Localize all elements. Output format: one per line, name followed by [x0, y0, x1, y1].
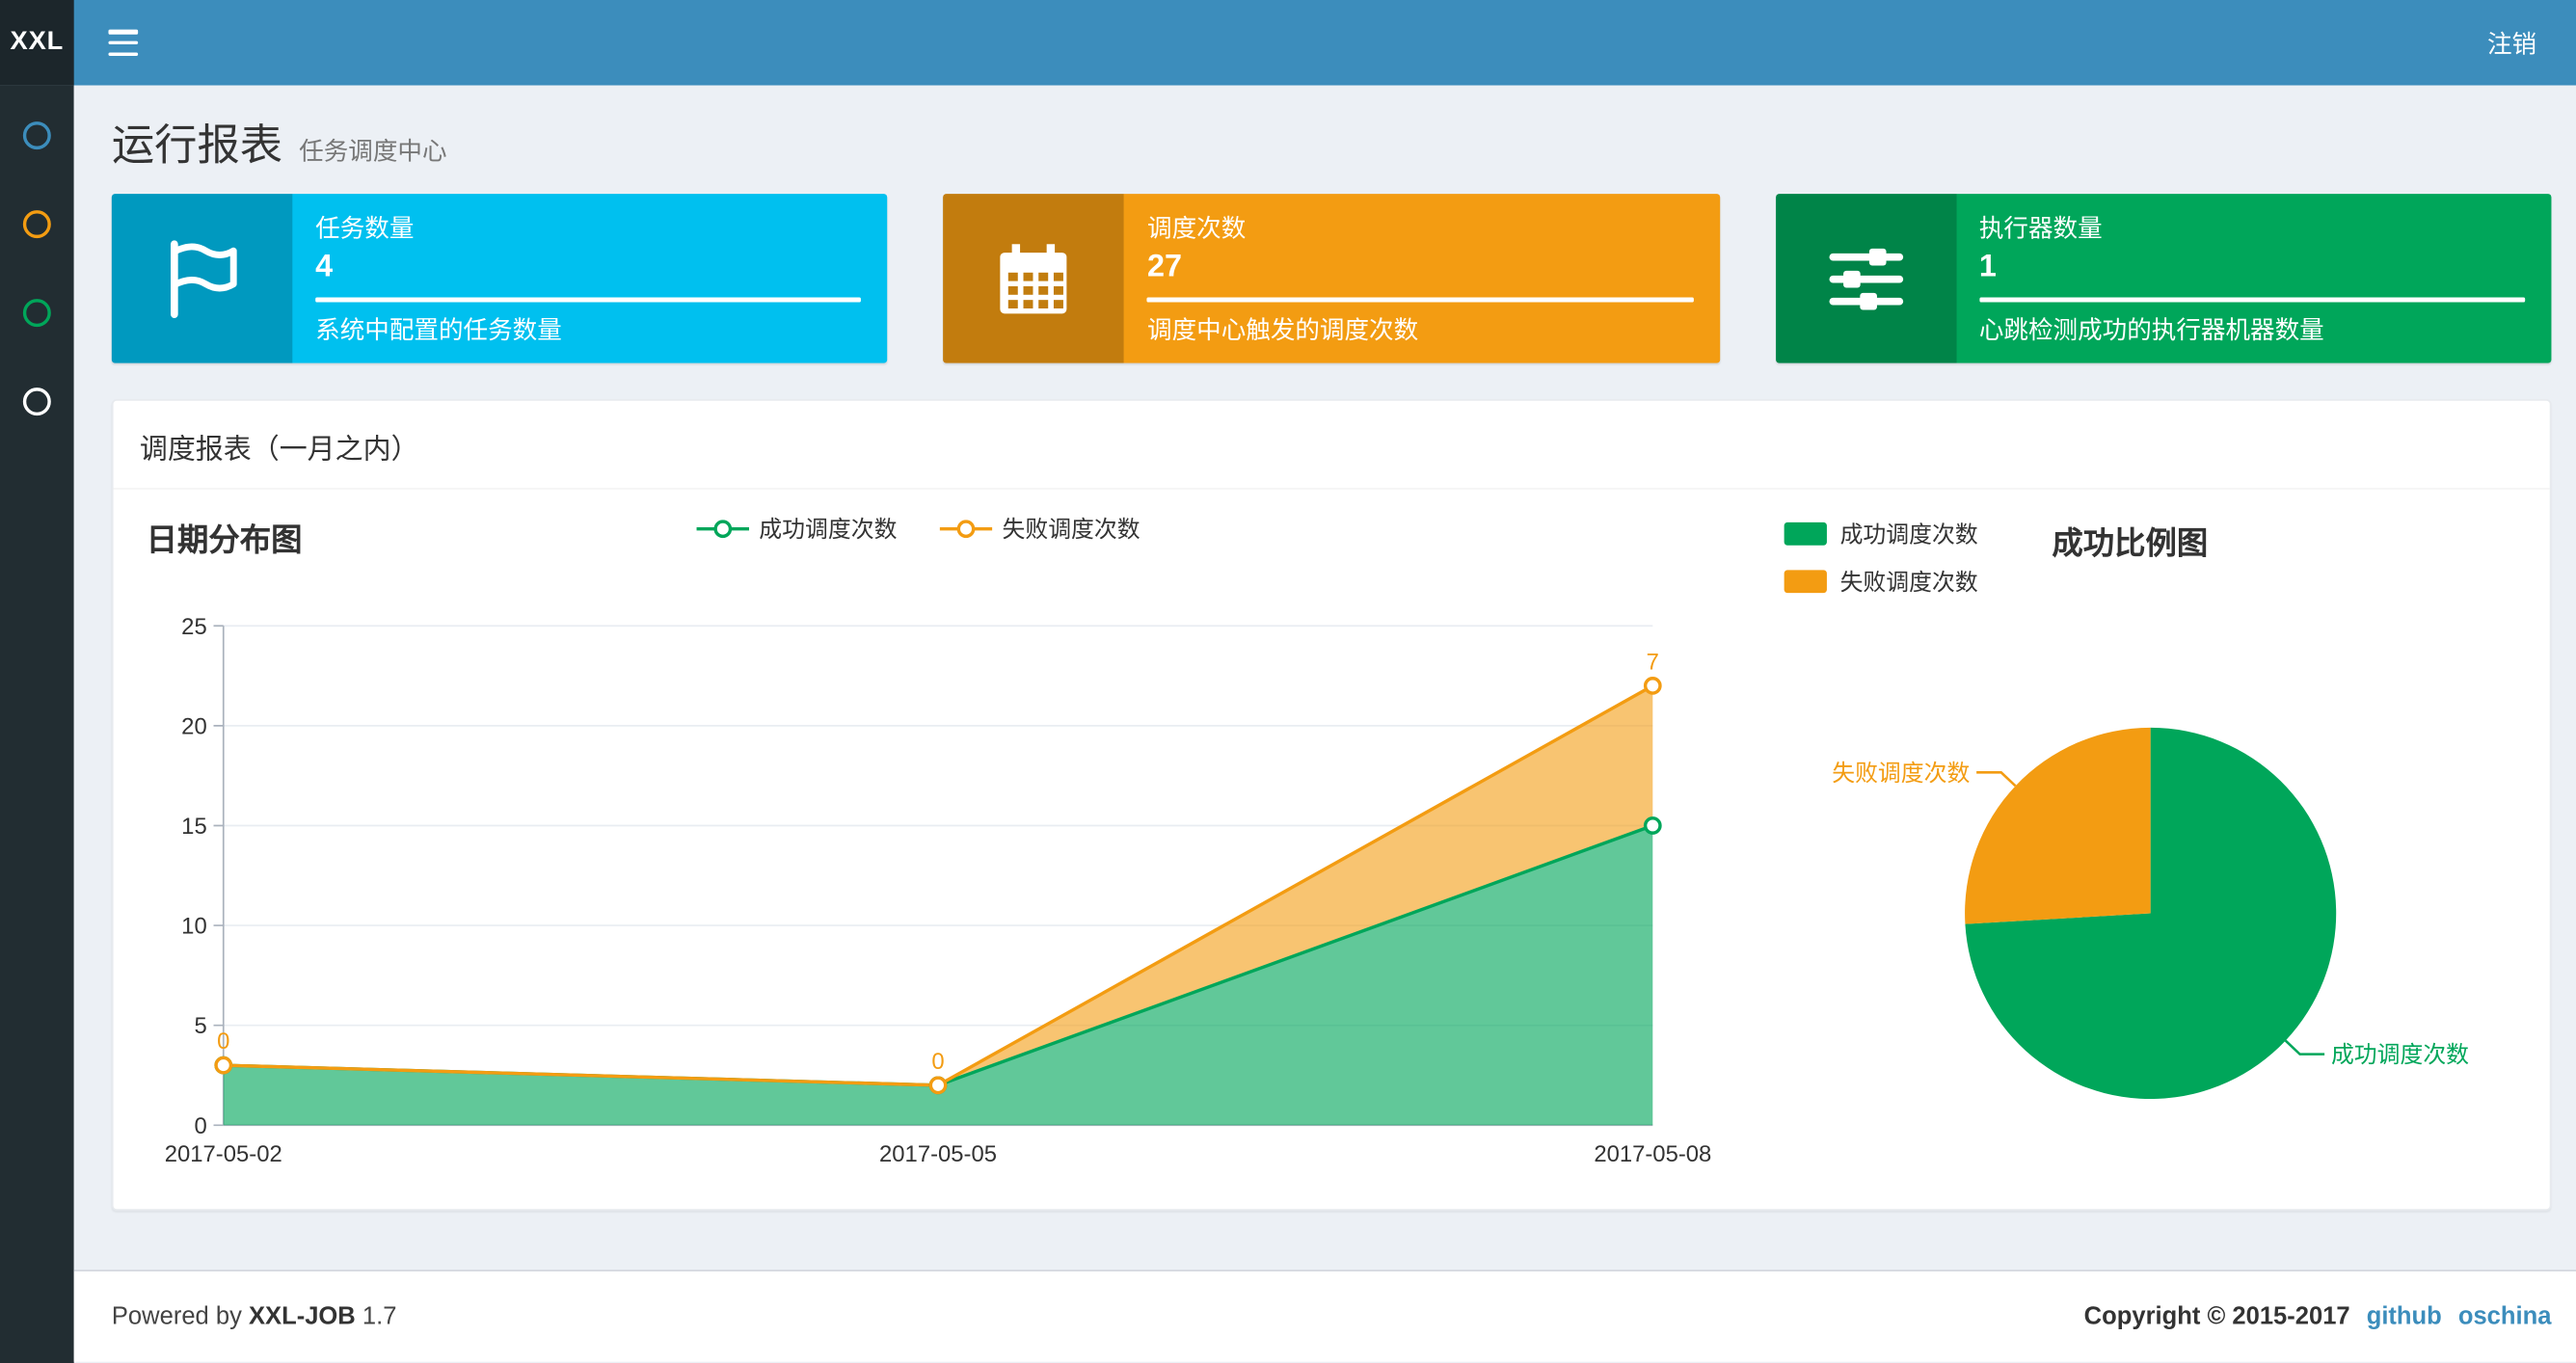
legend-label: 成功调度次数 [759, 516, 898, 543]
info-box-triggers: 调度次数 27 调度中心触发的调度次数 [943, 194, 1720, 363]
data-point-marker [1643, 677, 1662, 695]
sidebar-item-3 circle-icon[interactable] [22, 299, 51, 328]
pie-label: 成功调度次数 [2331, 1042, 2469, 1068]
pie-label: 失败调度次数 [1832, 761, 1970, 787]
info-box-description: 系统中配置的任务数量 [315, 316, 562, 345]
hamburger-bar [108, 29, 139, 34]
x-axis-label: 2017-05-08 [1594, 1141, 1711, 1167]
y-axis-label: 20 [181, 713, 207, 739]
data-point-marker [1643, 816, 1662, 835]
y-axis-label: 25 [181, 614, 207, 640]
y-axis-label: 5 [194, 1013, 206, 1039]
date-distribution-chart: 05101520252017-05-02 2017-05-05 2017-05-08… [165, 614, 1712, 1167]
page-subtitle: 任务调度中心 [299, 138, 447, 167]
data-label: 7 [1647, 649, 1659, 675]
product-version: 1.7 [362, 1302, 397, 1331]
data-point-marker [928, 1076, 948, 1095]
x-axis-label: 2017-05-02 [165, 1141, 282, 1167]
sidebar-item-1 circle-icon[interactable] [22, 121, 51, 150]
legend-item-success[interactable]: 成功调度次数 [696, 513, 898, 546]
info-box-number: 4 [315, 250, 334, 284]
pie-leader-line [2284, 1039, 2325, 1056]
x-axis-label: 2017-05-05 [879, 1141, 997, 1167]
pie-chart-title: 成功比例图 [2052, 527, 2209, 562]
info-box-row: 任务数量 4 系统中配置的任务数量 调度次数 27 调度中心触发的调度次数 执行… [111, 194, 2552, 363]
info-box-label: 调度次数 [1147, 215, 1247, 244]
copyright-text: Copyright © 2015-2017 [2083, 1302, 2350, 1331]
info-box-label: 任务数量 [315, 215, 415, 244]
legend-item-fail[interactable]: 失败调度次数 [939, 513, 1140, 546]
pie-chart-legend: 成功调度次数 失败调度次数 [1784, 518, 1978, 598]
page-title: 运行报表 [111, 120, 283, 170]
info-box-description: 心跳检测成功的执行器机器数量 [1978, 316, 2324, 345]
page-header: 运行报表 任务调度中心 [112, 112, 2552, 171]
success-ratio-chart: 成功调度次数 失败调度次数 [1832, 727, 2469, 1100]
sidebar-item-4 circle-icon[interactable] [22, 388, 51, 416]
footer: Powered by XXL-JOB 1.7 Copyright © 2015-… [73, 1269, 2576, 1362]
y-axis-label: 0 [194, 1113, 206, 1139]
legend-swatch [1784, 570, 1827, 594]
powered-by: Powered by XXL-JOB 1.7 [112, 1302, 397, 1330]
legend-item-success[interactable]: 成功调度次数 [1784, 518, 1978, 550]
line-legend-marker [696, 520, 750, 539]
line-legend-marker [939, 520, 993, 539]
y-axis-label: 10 [181, 914, 207, 940]
logo-text: XXL [10, 27, 65, 56]
sidebar [0, 85, 74, 1363]
sidebar-item-2 circle-icon[interactable] [22, 210, 51, 239]
powered-prefix: Powered by [111, 1302, 242, 1331]
oschina-link[interactable]: oschina [2458, 1302, 2552, 1330]
top-navbar: XXL 注销 [0, 0, 2576, 86]
panel-body: 日期分布图 成功调度次数 失败调度次数 0 5 10 15 20 25 2017… [114, 490, 2550, 1209]
hamburger-menu-icon[interactable] [108, 29, 141, 56]
info-box-content: 执行器数量 1 心跳检测成功的执行器机器数量 [1956, 194, 2551, 363]
info-box-content: 调度次数 27 调度中心触发的调度次数 [1124, 194, 1719, 363]
logo[interactable]: XXL [0, 0, 74, 86]
flag-icon [111, 194, 293, 363]
info-box-executors: 执行器数量 1 心跳检测成功的执行器机器数量 [1775, 194, 2552, 363]
line-chart-legend: 成功调度次数 失败调度次数 [147, 513, 1691, 546]
schedule-report-panel: 调度报表（一月之内） 日期分布图 成功调度次数 失败调度次数 0 5 10 15… [111, 399, 2552, 1211]
app-root: XXL 注销 运行报表 任务调度中心 任务数量 4 系统中配置的任务数量 调度次… [0, 0, 2576, 1363]
product-name: XXL-JOB [248, 1302, 356, 1331]
info-box-number: 27 [1147, 250, 1183, 284]
hamburger-bar [108, 51, 139, 56]
calendar-icon [943, 194, 1125, 363]
info-box-label: 执行器数量 [1978, 215, 2103, 244]
progress-line [315, 297, 862, 303]
info-box-jobs: 任务数量 4 系统中配置的任务数量 [111, 194, 888, 363]
legend-label: 成功调度次数 [1839, 521, 1978, 548]
info-box-description: 调度中心触发的调度次数 [1147, 316, 1419, 345]
progress-line [1978, 297, 2526, 303]
panel-title: 调度报表（一月之内） [113, 401, 2550, 490]
legend-swatch [1784, 521, 1827, 546]
pie-slice [1965, 727, 2151, 924]
legend-label: 失败调度次数 [1839, 568, 1978, 595]
legend-label: 失败调度次数 [1002, 516, 1140, 543]
data-label: 0 [931, 1049, 944, 1075]
legend-item-fail[interactable]: 失败调度次数 [1784, 565, 1978, 598]
sliders-icon [1775, 194, 1956, 363]
pie-leader-line [1976, 771, 2017, 788]
data-label: 0 [217, 1029, 229, 1055]
footer-right: Copyright © 2015-2017 github oschina [2084, 1302, 2552, 1330]
data-point-marker [214, 1056, 233, 1075]
hamburger-bar [108, 40, 139, 45]
content-area: 运行报表 任务调度中心 任务数量 4 系统中配置的任务数量 调度次数 27 调度… [73, 85, 2576, 1270]
y-axis-label: 15 [181, 814, 207, 840]
info-box-content: 任务数量 4 系统中配置的任务数量 [292, 194, 887, 363]
info-box-number: 1 [1978, 250, 1997, 284]
logout-link[interactable]: 注销 [2487, 25, 2536, 60]
progress-line [1147, 297, 1694, 303]
github-link[interactable]: github [2367, 1302, 2442, 1330]
